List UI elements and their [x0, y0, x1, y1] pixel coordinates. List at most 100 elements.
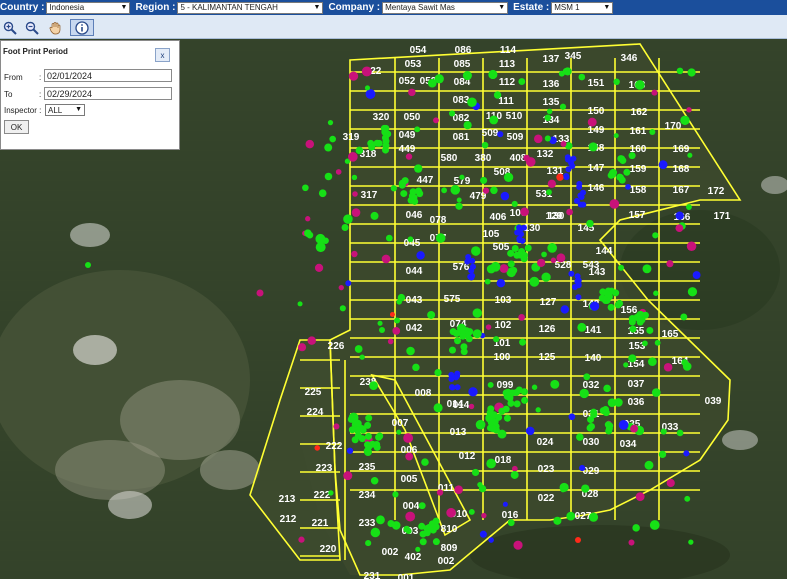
footprint-point: [616, 173, 624, 181]
footprint-point: [315, 233, 326, 244]
footprint-point: [676, 429, 684, 437]
from-date-input[interactable]: 02/01/2024: [44, 69, 172, 82]
footprint-point: [588, 142, 598, 152]
footprint-point: [480, 176, 488, 184]
footprint-point: [327, 119, 334, 126]
footprint-point: [570, 155, 577, 162]
footprint-point: [364, 432, 372, 440]
filter-bar: Country : Indonesia ▼ Region : 5 - KALIMA…: [0, 0, 787, 15]
footprint-point: [318, 189, 327, 198]
block-label: 112: [499, 77, 516, 88]
footprint-point: [370, 527, 381, 538]
to-colon: :: [39, 90, 42, 99]
info-button[interactable]: [70, 19, 94, 36]
footprint-point: [346, 447, 354, 454]
footprint-point: [488, 69, 498, 80]
footprint-point: [477, 481, 483, 488]
footprint-point: [560, 141, 567, 147]
block-label: 081: [453, 132, 470, 143]
block-label: 129: [546, 211, 563, 222]
zoom-in-icon: [3, 21, 17, 35]
block-label: 223: [316, 463, 333, 474]
ok-button[interactable]: OK: [4, 120, 29, 134]
footprint-point: [518, 314, 526, 321]
footprint-point: [507, 519, 515, 527]
block-label: 024: [537, 437, 554, 448]
pan-button[interactable]: [45, 19, 65, 36]
info-icon: [75, 20, 89, 35]
zoom-in-button[interactable]: [0, 19, 20, 36]
footprint-point: [518, 231, 525, 238]
footprint-point: [329, 135, 337, 143]
to-date-input[interactable]: 02/29/2024: [44, 87, 172, 100]
footprint-point: [418, 522, 426, 530]
footprint-point: [415, 187, 423, 195]
footprint-point: [512, 388, 520, 396]
footprint-point: [680, 115, 690, 126]
footprint-point: [525, 426, 535, 436]
footprint-point: [507, 399, 515, 407]
footprint-point: [405, 452, 414, 461]
footprint-point: [314, 445, 321, 451]
estate-select[interactable]: MSM 1 ▼: [551, 1, 614, 14]
footprint-point: [365, 89, 376, 99]
block-label: 018: [495, 455, 512, 466]
footprint-point: [653, 290, 659, 296]
footprint-point: [433, 403, 443, 413]
footprint-point: [511, 200, 518, 208]
footprint-point: [525, 157, 536, 167]
close-button[interactable]: x: [155, 48, 170, 62]
block-label: 225: [305, 387, 322, 398]
footprint-point: [537, 258, 546, 267]
footprint-point: [559, 103, 567, 110]
footprint-point: [338, 284, 344, 291]
footprint-point: [560, 486, 566, 493]
country-select[interactable]: Indonesia ▼: [46, 1, 131, 14]
footprint-point: [577, 192, 584, 199]
footprint-point: [588, 512, 599, 522]
footprint-point: [614, 398, 623, 407]
footprint-point: [468, 508, 475, 515]
footprint-point: [377, 320, 383, 326]
region-value: 5 - KALIMANTAN TENGAH: [180, 3, 278, 12]
block-label: 023: [538, 464, 555, 475]
block-label: 402: [405, 552, 422, 563]
footprint-point: [446, 507, 456, 518]
footprint-point: [355, 146, 364, 155]
block-label: 809: [441, 543, 458, 554]
footprint-point: [361, 66, 372, 77]
footprint-point: [468, 274, 475, 281]
block-label: 220: [320, 544, 337, 555]
footprint-point: [503, 414, 511, 422]
footprint-point: [566, 511, 576, 521]
block-label: 231: [364, 571, 381, 579]
footprint-point: [367, 139, 375, 147]
block-label: 036: [628, 397, 645, 408]
footprint-point: [364, 421, 372, 429]
footprint-point: [333, 423, 340, 430]
region-select[interactable]: 5 - KALIMANTAN TENGAH ▼: [177, 1, 324, 14]
inspector-select[interactable]: ALL ▼: [45, 104, 85, 116]
footprint-point: [453, 329, 461, 337]
zoom-out-icon: [25, 21, 39, 35]
footprint-point: [605, 425, 613, 433]
footprint-point: [305, 139, 315, 149]
block-label: 168: [673, 164, 690, 175]
footprint-point: [500, 191, 510, 201]
footprint-point: [649, 520, 660, 530]
footprint-point: [379, 327, 385, 333]
block-label: 137: [543, 54, 560, 65]
footprint-point: [496, 278, 506, 288]
footprint-point: [365, 443, 373, 451]
footprint-point: [684, 495, 691, 502]
footprint-point: [407, 236, 414, 243]
footprint-point: [405, 511, 416, 522]
zoom-out-button[interactable]: [22, 19, 42, 36]
footprint-point: [680, 313, 688, 321]
map-toolbar: [0, 15, 787, 39]
company-select[interactable]: Mentaya Sawit Mas ▼: [382, 1, 509, 14]
footprint-point: [676, 67, 684, 75]
block-label: 007: [392, 418, 409, 429]
footprint-point: [434, 74, 444, 84]
block-label: 171: [714, 211, 731, 222]
